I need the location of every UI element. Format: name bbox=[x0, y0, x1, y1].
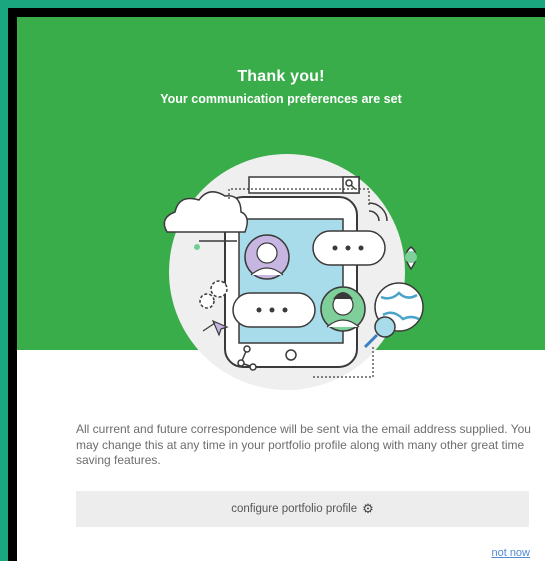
outer-frame: Thank you! Your communication preference… bbox=[0, 0, 545, 561]
map-pin-icon bbox=[405, 246, 417, 271]
gear-icon: ⚙ bbox=[362, 501, 374, 516]
preferences-modal: Thank you! Your communication preference… bbox=[17, 17, 545, 561]
page-subtitle: Your communication preferences are set bbox=[160, 92, 402, 106]
configure-button-label: configure portfolio profile bbox=[231, 503, 358, 515]
configure-portfolio-profile-button[interactable]: configure portfolio profile ⚙ bbox=[76, 491, 529, 527]
search-icon bbox=[248, 176, 360, 194]
not-now-link[interactable]: not now bbox=[491, 547, 530, 559]
page-title: Thank you! bbox=[237, 68, 325, 85]
info-text: All current and future correspondence wi… bbox=[76, 422, 531, 467]
modal-backdrop: Thank you! Your communication preference… bbox=[8, 8, 545, 561]
communication-illustration bbox=[163, 154, 424, 390]
